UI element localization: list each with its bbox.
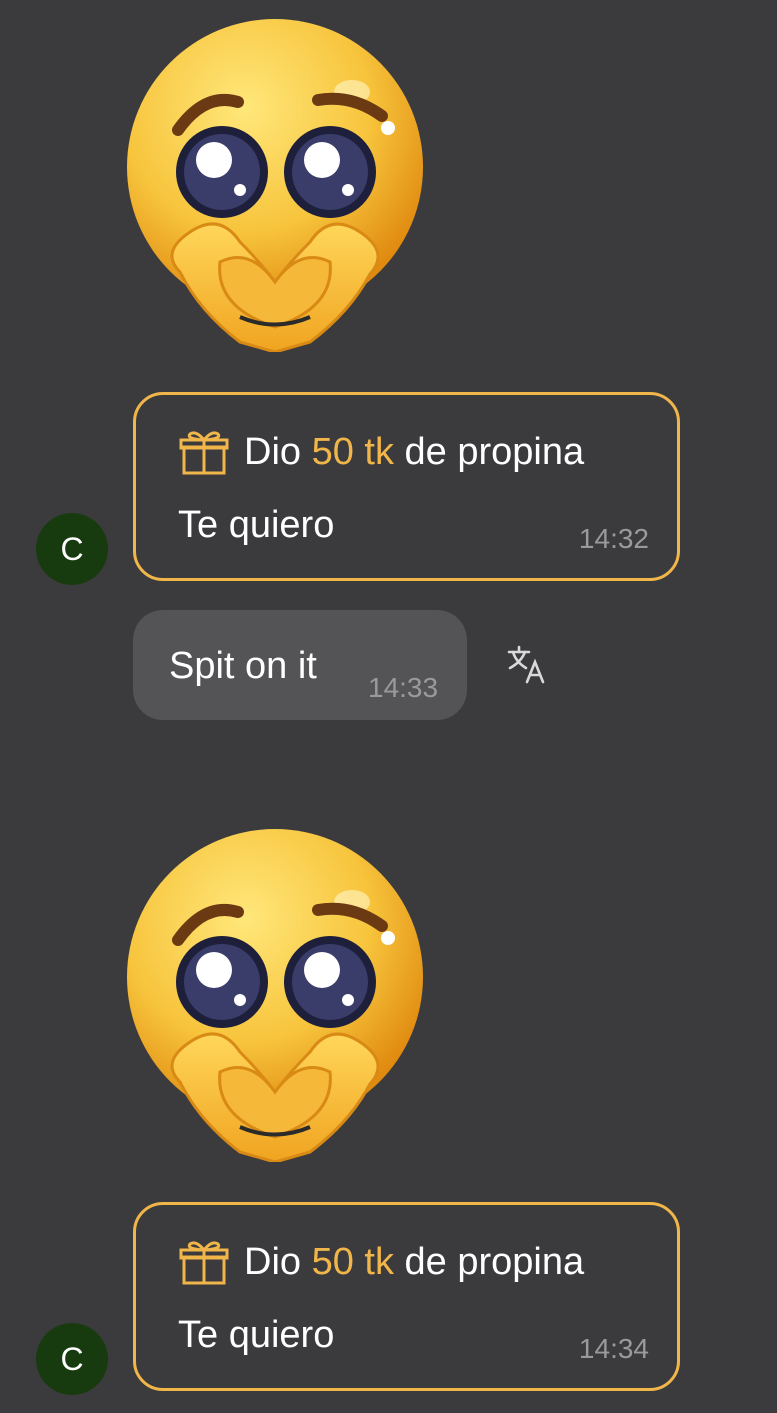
avatar[interactable]: C	[36, 1323, 108, 1395]
tip-amount: 50 tk	[311, 1241, 394, 1283]
tip-amount: 50 tk	[311, 431, 394, 473]
message-time: 14:33	[368, 672, 439, 703]
message-time: 14:34	[578, 1333, 649, 1364]
pleading-face-sticker[interactable]	[120, 12, 430, 352]
gift-icon	[178, 1239, 230, 1285]
avatar[interactable]: C	[36, 513, 108, 585]
tip-summary: Dio 50 tk de propina	[178, 429, 584, 475]
pleading-face-sticker[interactable]	[120, 822, 430, 1162]
text-message-bubble[interactable]: Spit on it 14:33	[133, 610, 467, 720]
message-text: Spit on it	[169, 645, 317, 687]
tip-message-bubble[interactable]: Dio 50 tk de propina Te quiero 14:34	[133, 1202, 680, 1391]
tip-message-bubble[interactable]: Dio 50 tk de propina Te quiero 14:32	[133, 392, 680, 581]
tip-prefix: Dio	[244, 431, 302, 473]
tip-note: Te quiero	[178, 1314, 335, 1356]
gift-icon	[178, 429, 230, 475]
message-time: 14:32	[578, 523, 649, 554]
tip-summary: Dio 50 tk de propina	[178, 1239, 584, 1285]
tip-suffix: de propina	[404, 1241, 585, 1283]
tip-suffix: de propina	[404, 431, 585, 473]
translate-icon[interactable]	[506, 644, 548, 686]
tip-prefix: Dio	[244, 1241, 302, 1283]
tip-note: Te quiero	[178, 504, 335, 546]
